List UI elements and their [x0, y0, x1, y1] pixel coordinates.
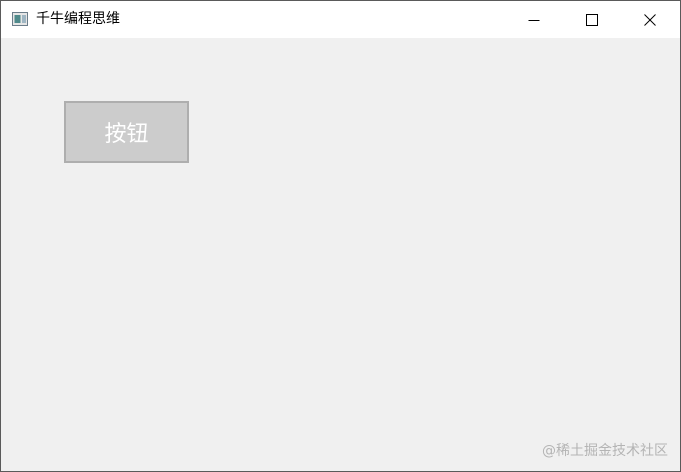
minimize-icon	[528, 19, 540, 21]
maximize-button[interactable]	[563, 1, 621, 38]
app-window: 千牛编程思维 按钮 @稀土掘金技术社区	[0, 0, 681, 472]
maximize-icon	[586, 13, 598, 26]
client-area: 按钮 @稀土掘金技术社区	[1, 38, 680, 471]
title-bar[interactable]: 千牛编程思维	[1, 1, 680, 38]
watermark-text: @稀土掘金技术社区	[542, 443, 668, 459]
push-button-label: 按钮	[104, 122, 149, 147]
minimize-button[interactable]	[505, 1, 563, 38]
window-title: 千牛编程思维	[36, 11, 120, 27]
close-icon	[644, 13, 656, 26]
push-button[interactable]: 按钮	[64, 101, 189, 163]
app-window-icon	[12, 12, 28, 26]
close-button[interactable]	[621, 1, 679, 38]
